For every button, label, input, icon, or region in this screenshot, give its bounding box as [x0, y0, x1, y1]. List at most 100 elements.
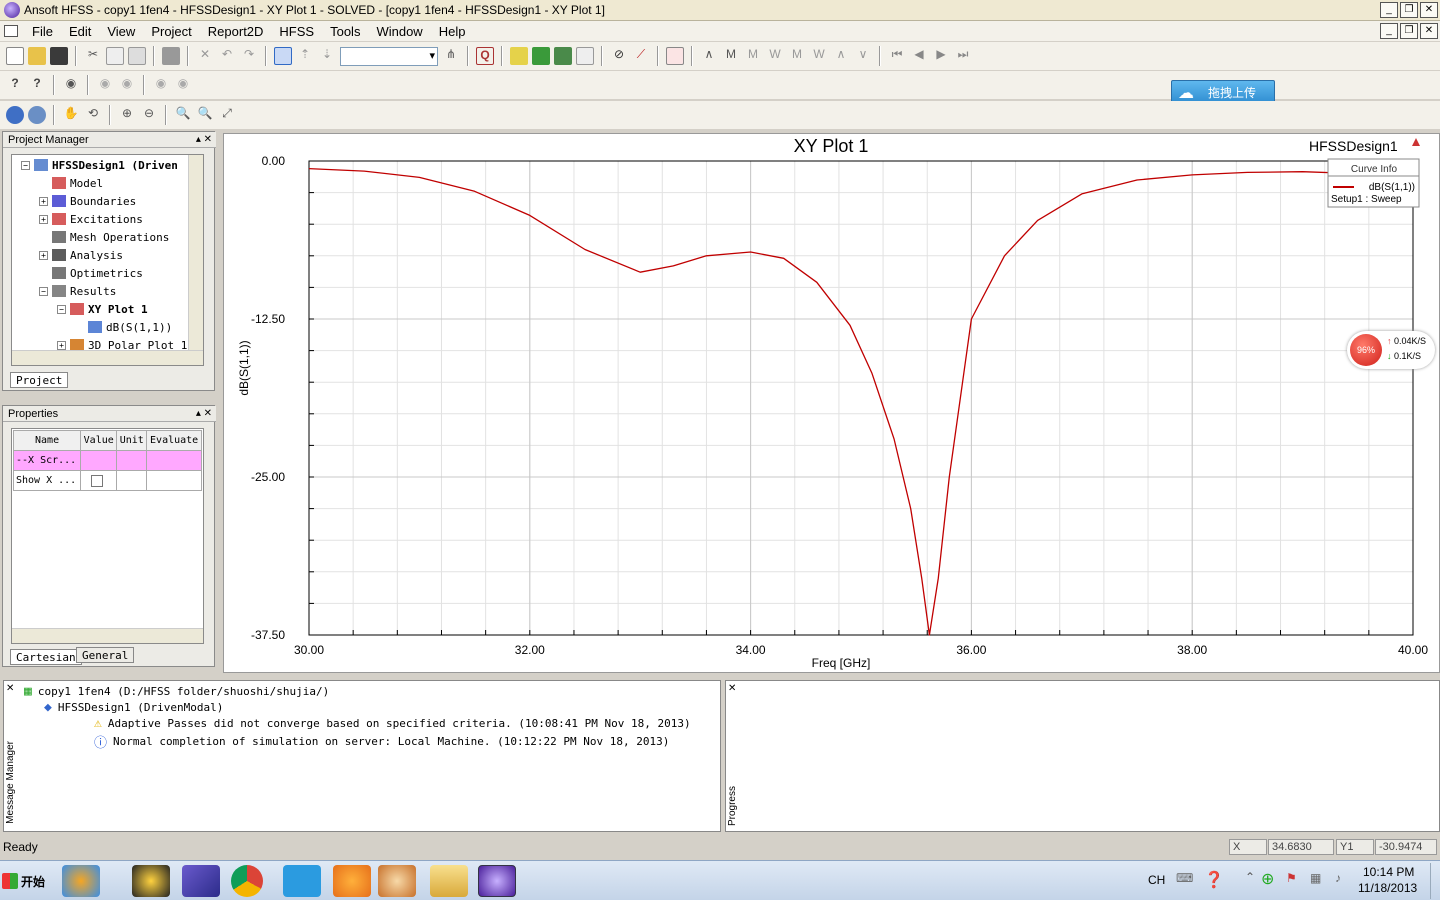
rotate-icon[interactable]: ⟲ [84, 106, 102, 124]
marker-peak-icon[interactable]: M [744, 47, 762, 65]
language-indicator[interactable]: CH [1148, 873, 1165, 887]
column-header-evaluate[interactable]: Evaluate [146, 430, 202, 451]
xy-plot-window[interactable]: 30.00 32.00 34.00 36.00 38.00 40.00 0.00 -12.50… [223, 133, 1440, 673]
marker-min-icon[interactable]: M [722, 47, 740, 65]
minimize-button[interactable]: _ [1380, 2, 1398, 18]
volume-tray-icon[interactable]: ♪ [1335, 871, 1341, 885]
thunder-icon[interactable] [333, 865, 371, 897]
filter-icon[interactable]: ⋔ [442, 47, 460, 65]
report-icon[interactable] [576, 47, 594, 65]
delete-icon[interactable]: ✕ [196, 47, 214, 65]
select-icon[interactable] [274, 47, 292, 65]
menu-project[interactable]: Project [143, 24, 199, 39]
start-button[interactable]: 开始 [2, 866, 50, 896]
marker-next-peak-icon[interactable]: M [788, 47, 806, 65]
tray-expand-icon[interactable]: ⌃ [1245, 870, 1255, 884]
mdi-minimize-button[interactable]: _ [1380, 23, 1398, 39]
tree-item[interactable]: Model [13, 174, 202, 192]
new-icon[interactable] [6, 47, 24, 65]
context-help-icon[interactable]: ? [28, 76, 46, 94]
qq-icon[interactable] [132, 865, 170, 897]
zoom-icon[interactable]: 🔍 [174, 106, 192, 124]
tree-toggle-icon[interactable]: − [57, 304, 66, 314]
data-table-icon[interactable] [666, 47, 684, 65]
menu-window[interactable]: Window [368, 24, 430, 39]
hfss-taskbar-icon[interactable] [478, 865, 516, 897]
tree-item[interactable]: − Results [13, 282, 202, 300]
series-line-0[interactable] [308, 167, 1414, 636]
menu-hfss[interactable]: HFSS [271, 24, 322, 39]
save-icon[interactable] [50, 47, 68, 65]
tree-item[interactable]: − XY Plot 1 [13, 300, 202, 318]
menu-report2d[interactable]: Report2D [200, 24, 272, 39]
flag-tray-icon[interactable]: ⚑ [1286, 871, 1297, 885]
baidu-cloud-icon[interactable] [283, 865, 321, 897]
menu-help[interactable]: Help [431, 24, 474, 39]
move-up-icon[interactable]: ⇡ [296, 47, 314, 65]
show-selected-icon[interactable]: ◉ [152, 76, 170, 94]
tree-toggle-icon[interactable]: + [39, 214, 48, 224]
list-item[interactable]: ⓘ Normal completion of simulation on serv… [94, 732, 669, 751]
marker-valley-icon[interactable]: W [766, 47, 784, 65]
open-folder-icon[interactable] [28, 47, 46, 65]
tree-item[interactable]: + Boundaries [13, 192, 202, 210]
last-icon[interactable]: ⏭ [954, 47, 972, 65]
show-all-icon[interactable]: ◉ [174, 76, 192, 94]
tab-project[interactable]: Project [10, 372, 69, 388]
tree-toggle-icon[interactable]: + [57, 340, 66, 350]
tree-item[interactable]: + Analysis [13, 246, 202, 264]
marker-next-valley-icon[interactable]: W [810, 47, 828, 65]
field-overlay-icon[interactable]: ⊘ [610, 47, 628, 65]
hide-all-icon[interactable]: ◉ [118, 76, 136, 94]
orient-icon[interactable] [28, 106, 46, 124]
list-item[interactable]: ▦ copy1 1fen4 (D:/HFSS folder/shuoshi/shu… [24, 684, 329, 699]
marker-left-icon[interactable]: ∧ [832, 47, 850, 65]
analyze-icon[interactable] [532, 47, 550, 65]
paste-icon[interactable] [128, 47, 146, 65]
design-icon[interactable] [6, 106, 24, 124]
column-header-value[interactable]: Value [80, 430, 118, 451]
help-icon[interactable]: ? [6, 76, 24, 94]
marker-right-icon[interactable]: ∨ [854, 47, 872, 65]
menu-edit[interactable]: Edit [61, 24, 99, 39]
pan-icon[interactable]: ✋ [62, 106, 80, 124]
undo-icon[interactable]: ↶ [218, 47, 236, 65]
tab-general[interactable]: General [76, 647, 135, 663]
tab-cartesian[interactable]: Cartesian [10, 649, 82, 665]
tree-item[interactable]: Mesh Operations [13, 228, 202, 246]
file-explorer-icon[interactable] [430, 865, 468, 897]
show-x-checkbox[interactable] [91, 474, 104, 487]
tree-horizontal-scrollbar[interactable] [12, 350, 203, 365]
network-tray-icon[interactable]: ▦ [1310, 871, 1321, 885]
zoom-disabled-icon[interactable]: 🔍 [196, 106, 214, 124]
next-icon[interactable]: ▶ [932, 47, 950, 65]
marker-max-icon[interactable]: ∧ [700, 47, 718, 65]
show-desktop-button[interactable] [1430, 863, 1438, 899]
first-icon[interactable]: ⏮ [888, 47, 906, 65]
table-row[interactable]: Show X ... [12, 470, 202, 491]
security-tray-icon[interactable]: ⊕ [1261, 869, 1274, 889]
tree-item[interactable]: Optimetrics [13, 264, 202, 282]
list-item[interactable]: ⚠ Adaptive Passes did not converge based … [94, 716, 691, 731]
zoom-in-icon[interactable]: ⊕ [118, 106, 136, 124]
network-speed-widget[interactable]: 96% ↑ 0.04K/S ↓ 0.1K/S [1347, 331, 1435, 369]
chrome-icon[interactable] [231, 865, 263, 897]
tree-toggle-icon[interactable]: + [39, 196, 48, 206]
restore-button[interactable]: ❐ [1400, 2, 1418, 18]
tree-item[interactable]: dB(S(1,1)) [13, 318, 202, 336]
close-button[interactable]: ✕ [1420, 2, 1438, 18]
chat-icon[interactable] [378, 865, 416, 897]
launcher-icon[interactable] [62, 865, 100, 897]
tree-item[interactable]: − HFSSDesign1 (Driven [13, 156, 202, 174]
tree-toggle-icon[interactable]: − [21, 160, 30, 170]
copy-icon[interactable] [106, 47, 124, 65]
print-icon[interactable] [162, 47, 180, 65]
help-tray-icon[interactable]: ❓ [1204, 870, 1224, 890]
tree-item[interactable]: + Excitations [13, 210, 202, 228]
tree-toggle-icon[interactable]: − [39, 286, 48, 296]
mdi-restore-button[interactable]: ❐ [1400, 23, 1418, 39]
move-down-icon[interactable]: ⇣ [318, 47, 336, 65]
redo-icon[interactable]: ↷ [240, 47, 258, 65]
properties-horizontal-scrollbar[interactable] [12, 628, 203, 643]
selection-combo[interactable] [340, 46, 438, 66]
